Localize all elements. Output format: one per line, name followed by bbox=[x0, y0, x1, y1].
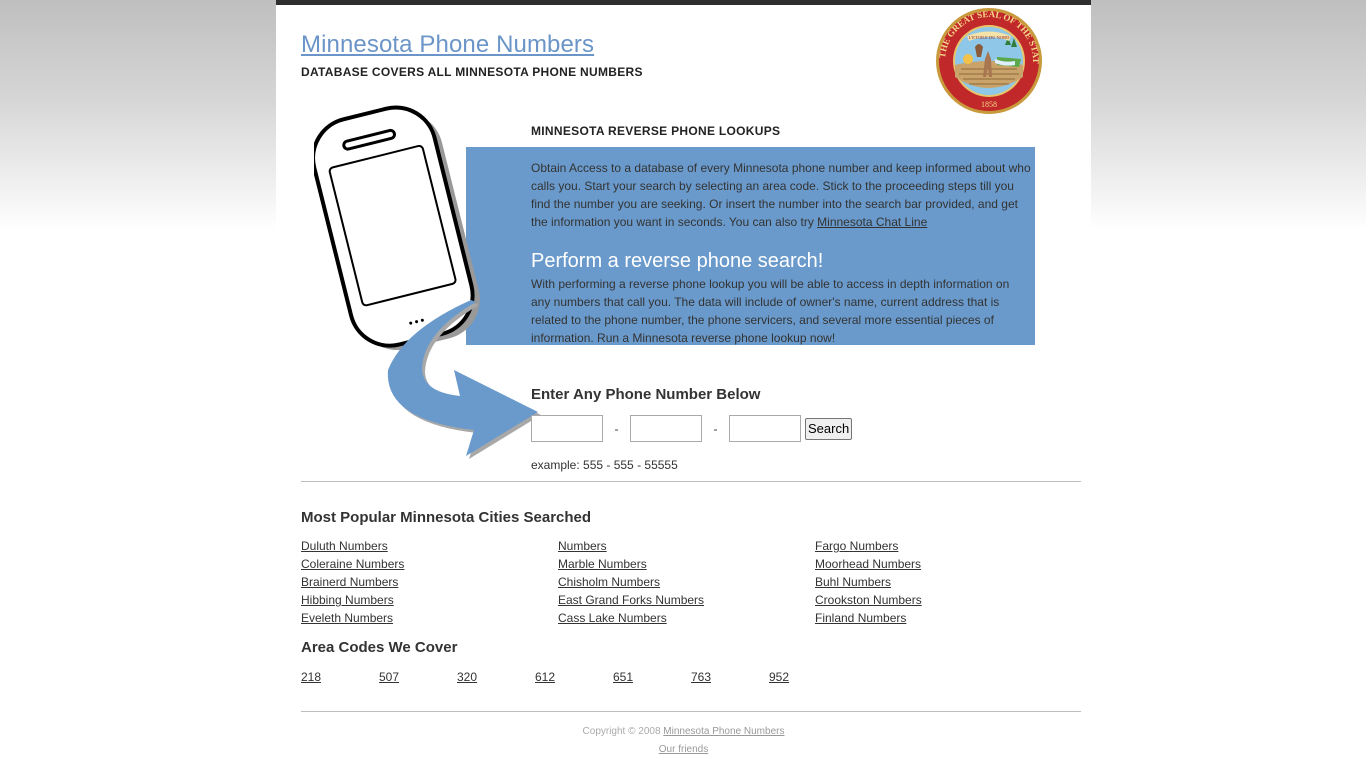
city-link[interactable]: Coleraine Numbers bbox=[301, 555, 404, 573]
city-link[interactable]: Finland Numbers bbox=[815, 609, 922, 627]
area-code-link[interactable]: 507 bbox=[379, 668, 457, 686]
separator: - bbox=[614, 421, 619, 436]
area-code-link[interactable]: 651 bbox=[613, 668, 691, 686]
svg-text:L'ETOILE DU NORD: L'ETOILE DU NORD bbox=[969, 35, 1010, 40]
city-link[interactable]: Brainerd Numbers bbox=[301, 573, 404, 591]
area-code-input[interactable] bbox=[531, 415, 603, 442]
divider bbox=[301, 481, 1081, 482]
copyright-text: Copyright © 2008 bbox=[582, 726, 664, 737]
phone-search-form: - - Search bbox=[531, 415, 853, 442]
page-container: Minnesota Phone Numbers DATABASE COVERS … bbox=[276, 0, 1091, 768]
prefix-input[interactable] bbox=[630, 415, 702, 442]
lookup-section-title: MINNESOTA REVERSE PHONE LOOKUPS bbox=[531, 124, 781, 138]
footer-friends: Our friends bbox=[276, 744, 1091, 755]
footer-divider bbox=[301, 711, 1081, 712]
city-link[interactable]: Chisholm Numbers bbox=[558, 573, 704, 591]
perform-search-heading: Perform a reverse phone search! bbox=[531, 250, 824, 272]
search-form-heading: Enter Any Phone Number Below bbox=[531, 386, 761, 403]
city-link[interactable]: Moorhead Numbers bbox=[815, 555, 922, 573]
example-format-text: example: 555 - 555 - 55555 bbox=[531, 458, 678, 472]
cities-column-3: Fargo Numbers Moorhead Numbers Buhl Numb… bbox=[815, 537, 922, 627]
intro-paragraph: Obtain Access to a database of every Min… bbox=[531, 159, 1031, 231]
city-link[interactable]: Marble Numbers bbox=[558, 555, 704, 573]
area-codes-heading: Area Codes We Cover bbox=[301, 639, 458, 656]
state-seal-logo: L'ETOILE DU NORD THE GREAT SEAL OF THE S… bbox=[935, 7, 1042, 114]
area-codes-list: 218 507 320 612 651 763 952 bbox=[301, 668, 847, 686]
area-code-link[interactable]: 320 bbox=[457, 668, 535, 686]
svg-text:1858: 1858 bbox=[981, 100, 997, 109]
city-link[interactable]: Hibbing Numbers bbox=[301, 591, 404, 609]
city-link[interactable]: Eveleth Numbers bbox=[301, 609, 404, 627]
site-title-link[interactable]: Minnesota Phone Numbers bbox=[301, 31, 594, 59]
city-link[interactable]: Crookston Numbers bbox=[815, 591, 922, 609]
intro-text: Obtain Access to a database of every Min… bbox=[531, 161, 1031, 229]
area-code-link[interactable]: 218 bbox=[301, 668, 379, 686]
footer-copyright: Copyright © 2008 Minnesota Phone Numbers bbox=[276, 726, 1091, 737]
our-friends-link[interactable]: Our friends bbox=[659, 744, 708, 755]
perform-search-paragraph: With performing a reverse phone lookup y… bbox=[531, 277, 1010, 345]
line-number-input[interactable] bbox=[729, 415, 801, 442]
area-code-link[interactable]: 952 bbox=[769, 668, 847, 686]
area-code-link[interactable]: 612 bbox=[535, 668, 613, 686]
city-link[interactable]: Cass Lake Numbers bbox=[558, 609, 704, 627]
cities-column-1: Duluth Numbers Coleraine Numbers Brainer… bbox=[301, 537, 404, 627]
cities-column-2: Numbers Marble Numbers Chisholm Numbers … bbox=[558, 537, 704, 627]
area-code-link[interactable]: 763 bbox=[691, 668, 769, 686]
city-link[interactable]: Duluth Numbers bbox=[301, 537, 404, 555]
popular-cities-heading: Most Popular Minnesota Cities Searched bbox=[301, 509, 592, 526]
city-link[interactable]: East Grand Forks Numbers bbox=[558, 591, 704, 609]
search-button[interactable]: Search bbox=[805, 417, 853, 440]
city-link[interactable]: Numbers bbox=[558, 537, 704, 555]
city-link[interactable]: Fargo Numbers bbox=[815, 537, 922, 555]
chat-line-link[interactable]: Minnesota Chat Line bbox=[817, 215, 927, 229]
site-tagline: DATABASE COVERS ALL MINNESOTA PHONE NUMB… bbox=[301, 65, 643, 79]
city-link[interactable]: Buhl Numbers bbox=[815, 573, 922, 591]
footer-site-link[interactable]: Minnesota Phone Numbers bbox=[663, 726, 784, 737]
separator: - bbox=[713, 421, 718, 436]
phone-illustration bbox=[314, 105, 541, 459]
